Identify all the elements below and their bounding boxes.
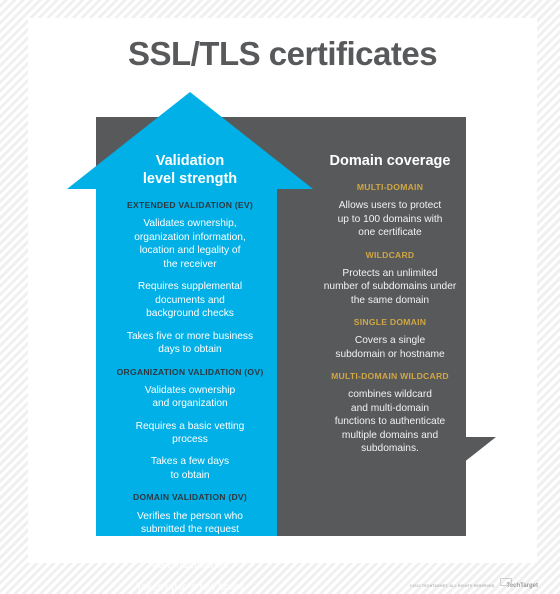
bullet-dv-2: Requires confirmation via email/internet [140, 546, 240, 571]
bullet-multi-domain-1: Allows users to protect up to 100 domains… [337, 200, 443, 239]
group-organization-validation: ORGANIZATION VALIDATION (OV) Validates o… [96, 367, 284, 483]
column-domain-coverage: Domain coverage MULTI-DOMAIN Allows user… [296, 152, 484, 465]
bullet-dv-3: Takes up to a few hoursto obtain [136, 582, 244, 594]
group-extended-validation: EXTENDED VALIDATION (EV) Validates owner… [96, 200, 284, 356]
group-head-ev: EXTENDED VALIDATION (EV) [127, 200, 253, 211]
page-title: SSL/TLS certificates [127, 35, 438, 72]
column-title-validation-line2: level strength [142, 171, 238, 188]
column-validation-level-strength: Validation level strength EXTENDED VALID… [96, 152, 284, 594]
bullet-multi-domain-wildcard-1: combines wildcard and multi-domain functio… [334, 389, 446, 455]
group-multi-domain: MULTI-DOMAIN Allows users to protect up t… [296, 182, 484, 240]
group-head-dv: DOMAIN VALIDATION (DV) [132, 492, 248, 503]
bullet-wildcard-1: Protects an unlimited number of subdomain… [323, 267, 457, 306]
bullet-single-domain-1: Covers a single subdomain or hostname [335, 335, 445, 360]
bullet-dv-1: Verifies the person who submitted the req… [137, 510, 243, 536]
bullet-ev-2: Requires supplemental documents and backgr… [137, 281, 243, 320]
group-domain-validation: DOMAIN VALIDATION (DV) Verifies the pers… [96, 492, 284, 594]
bullet-ev-3: Takes five or more business days to obtai… [126, 330, 254, 356]
group-head-ov: ORGANIZATION VALIDATION (OV) [116, 366, 264, 377]
bullet-ev-1: Validates ownership, organization informa… [134, 218, 246, 270]
group-wildcard: WILDCARD Protects an unlimited number of … [296, 250, 484, 308]
group-head-multi-domain: MULTI-DOMAIN [356, 182, 424, 193]
bullet-ov-1: Validates ownership and organization [144, 384, 236, 410]
column-title-coverage: Domain coverage [329, 153, 451, 169]
column-title-validation-line1: Validation [155, 153, 225, 169]
group-single-domain: SINGLE DOMAIN Covers a single subdomain o… [296, 317, 484, 361]
group-multi-domain-wildcard: MULTI-DOMAIN WILDCARD combines wildcard a… [296, 371, 484, 455]
group-head-multi-domain-wildcard: MULTI-DOMAIN WILDCARD [331, 371, 449, 382]
footer-copyright: ©2022 TECHTARGET, ALL RIGHTS RESERVED [409, 584, 495, 588]
bullet-ov-2: Requires a basic vetting process [135, 420, 245, 446]
column-title-validation: Validation level strength [96, 152, 284, 188]
footer-attribution: ©2022 TECHTARGET, ALL RIGHTS RESERVED Te… [409, 578, 538, 590]
group-head-single-domain: SINGLE DOMAIN [353, 317, 427, 328]
techtarget-mark-icon [499, 578, 512, 586]
group-head-wildcard: WILDCARD [365, 249, 415, 260]
bullet-ov-3: Takes a few days to obtain [150, 456, 230, 481]
